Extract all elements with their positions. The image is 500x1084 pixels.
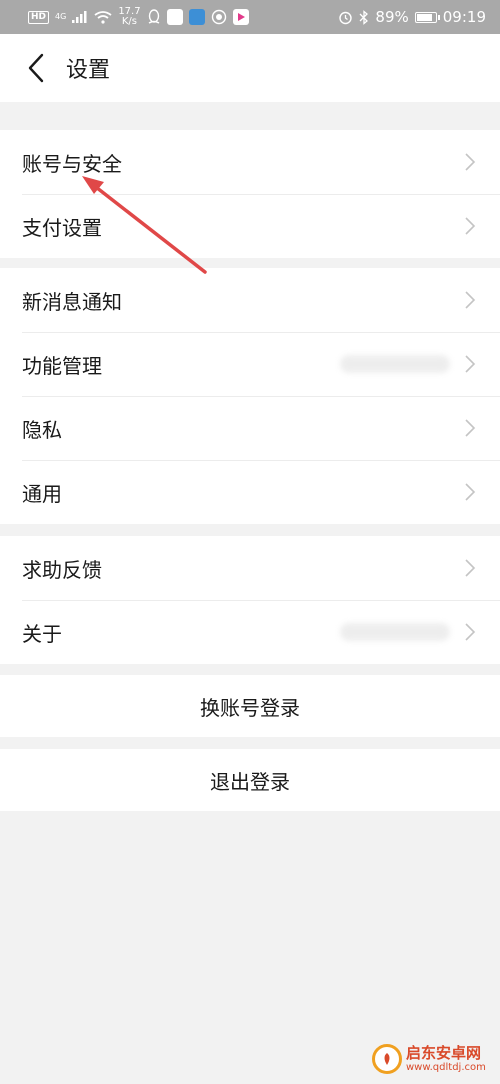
battery-percent: 89%: [375, 8, 409, 26]
watermark-name: 启东安卓网: [406, 1044, 482, 1063]
watermark-url: www.qdltdj.com: [406, 1061, 486, 1073]
row-help-feedback[interactable]: 求助反馈: [0, 536, 500, 600]
wifi-icon: [94, 10, 112, 24]
row-about[interactable]: 关于: [0, 600, 500, 664]
blurred-value: [340, 623, 450, 641]
settings-group-account: 账号与安全 支付设置: [0, 130, 500, 258]
row-label: 新消息通知: [22, 289, 122, 314]
row-label: 隐私: [22, 417, 62, 442]
back-button[interactable]: [6, 34, 66, 102]
hd-indicator: HD: [28, 10, 50, 24]
row-label: 求助反馈: [22, 557, 102, 582]
chevron-right-icon: [464, 290, 478, 310]
page-title: 设置: [66, 58, 111, 83]
app-notification-icon: [188, 9, 205, 25]
row-new-message-notification[interactable]: 新消息通知: [0, 268, 500, 332]
play-app-icon: [232, 9, 249, 25]
status-bar-left: HD 4G 17.7 K/s: [28, 7, 249, 27]
row-label: 支付设置: [22, 215, 102, 240]
battery-level-fill: [416, 13, 432, 21]
row-feature-management[interactable]: 功能管理: [0, 332, 500, 396]
settings-group-general: 新消息通知 功能管理 隐私 通用: [0, 268, 500, 524]
clock: 09:19: [442, 8, 486, 26]
chevron-right-icon: [464, 558, 478, 578]
row-general[interactable]: 通用: [0, 460, 500, 524]
row-account-security[interactable]: 账号与安全: [0, 130, 500, 194]
chevron-right-icon: [464, 482, 478, 502]
network-type: 4G: [55, 12, 67, 21]
chevron-right-icon: [464, 354, 478, 374]
switch-account-button[interactable]: 换账号登录: [0, 675, 500, 737]
row-label: 功能管理: [22, 353, 102, 378]
chevron-right-icon: [464, 216, 478, 236]
row-label: 账号与安全: [22, 151, 122, 176]
network-speed: 17.7 K/s: [118, 7, 140, 27]
status-bar: HD 4G 17.7 K/s 89% 09:19: [0, 0, 500, 34]
row-label: 关于: [22, 621, 62, 646]
watermark-emblem-icon: [372, 1044, 402, 1074]
qq-icon: [148, 9, 159, 24]
network-speed-unit: K/s: [121, 16, 138, 27]
app-header: 设置: [0, 34, 500, 102]
blurred-value: [340, 355, 450, 373]
chevron-right-icon: [464, 418, 478, 438]
row-payment-settings[interactable]: 支付设置: [0, 194, 500, 258]
chevron-right-icon: [464, 622, 478, 642]
chevron-right-icon: [464, 152, 478, 172]
row-label: 通用: [22, 481, 62, 506]
alarm-icon: [339, 11, 353, 24]
app-notification-icon: [166, 9, 183, 25]
signal-icon: [72, 11, 87, 23]
record-icon: [211, 9, 226, 25]
status-bar-right: 89% 09:19: [338, 8, 486, 26]
settings-group-support: 求助反馈 关于: [0, 536, 500, 664]
bluetooth-icon: [359, 9, 369, 25]
back-arrow-icon: [28, 53, 44, 83]
battery-icon: [414, 11, 440, 23]
logout-button[interactable]: 退出登录: [0, 749, 500, 811]
watermark-text: 启东安卓网 www.qdltdj.com: [406, 1045, 486, 1073]
row-privacy[interactable]: 隐私: [0, 396, 500, 460]
watermark-logo: 启东安卓网 www.qdltdj.com: [372, 1038, 496, 1080]
